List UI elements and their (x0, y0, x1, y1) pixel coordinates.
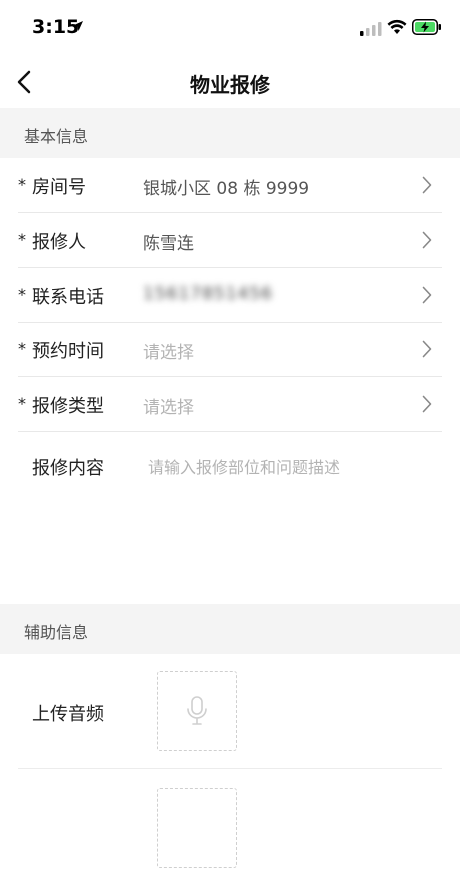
reporter-label: 报修人 (32, 232, 86, 253)
section-title-basic: 基本信息 (24, 127, 89, 146)
wifi-icon (387, 19, 407, 34)
chevron-right-icon (422, 176, 432, 194)
upload-audio-label: 上传音频 (32, 704, 104, 725)
upload-audio-button[interactable] (157, 671, 237, 751)
cellular-signal-icon (360, 22, 382, 36)
repair-content-input[interactable] (148, 450, 438, 588)
phone-row[interactable]: * 联系电话 15617851456 (18, 268, 442, 323)
appointment-time-label: 预约时间 (32, 341, 104, 362)
repair-content-label: 报修内容 (32, 458, 104, 479)
chevron-right-icon (422, 286, 432, 304)
phone-value: 15617851456 (143, 284, 273, 304)
required-mark: * (18, 339, 26, 358)
microphone-icon (187, 696, 207, 725)
required-mark: * (18, 175, 26, 194)
location-arrow-icon (73, 21, 83, 31)
appointment-time-placeholder: 请选择 (143, 343, 194, 363)
chevron-right-icon (422, 395, 432, 413)
required-mark: * (18, 230, 26, 249)
battery-charging-icon (412, 19, 441, 35)
repair-type-row[interactable]: * 报修类型 请选择 (18, 377, 442, 432)
section-header-auxiliary: 辅助信息 (0, 604, 460, 654)
chevron-right-icon (422, 231, 432, 249)
repair-type-label: 报修类型 (32, 396, 104, 417)
page-title: 物业报修 (190, 73, 270, 97)
upload-media-button[interactable] (157, 788, 237, 868)
chevron-right-icon (422, 340, 432, 358)
appointment-time-row[interactable]: * 预约时间 请选择 (18, 322, 442, 377)
reporter-value: 陈雪连 (143, 234, 194, 254)
phone-label: 联系电话 (32, 287, 104, 308)
upload-media-row (0, 771, 460, 886)
room-value: 银城小区 08 栋 9999 (143, 179, 310, 199)
room-label: 房间号 (32, 177, 86, 198)
room-row[interactable]: * 房间号 银城小区 08 栋 9999 (18, 158, 442, 213)
section-title-auxiliary: 辅助信息 (24, 623, 89, 642)
required-mark: * (18, 394, 26, 413)
required-mark: * (18, 285, 26, 304)
repair-type-placeholder: 请选择 (143, 398, 194, 418)
navigation-bar: 物业报修 (0, 56, 460, 109)
status-bar: 3:15 (0, 0, 460, 56)
section-header-basic: 基本信息 (0, 108, 460, 158)
reporter-row[interactable]: * 报修人 陈雪连 (18, 213, 442, 268)
upload-audio-row: 上传音频 (0, 654, 460, 769)
repair-content-row: 报修内容 (18, 432, 442, 602)
